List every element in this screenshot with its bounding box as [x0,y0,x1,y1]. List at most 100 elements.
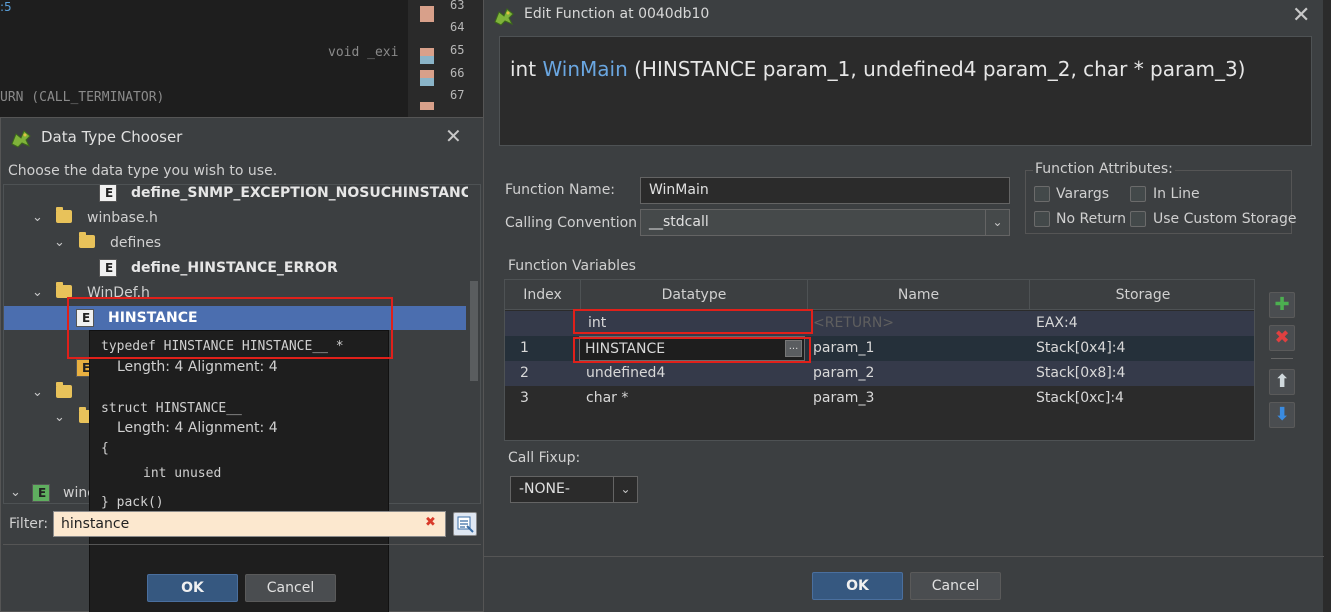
ok-button[interactable]: OK [147,574,238,602]
dialog-title: Edit Function at 0040db10 [524,6,710,22]
function-name-field[interactable]: WinMain [640,177,1010,204]
datatype-tooltip: typedef HINSTANCE HINSTANCE__ * Length: … [89,330,389,612]
call-fixup-value: -NONE- [519,481,570,497]
cell-index: 1 [520,340,529,356]
no-return-label: No Return [1056,211,1126,227]
varargs-checkbox[interactable] [1034,186,1050,202]
cell-name: param_3 [813,390,875,406]
cell-datatype: char * [586,390,629,406]
filter-label: Filter: [9,516,49,532]
folder-icon [56,207,72,223]
remove-variable-button[interactable]: ✖ [1269,325,1295,351]
line-number-gutter: 63 64 65 66 67 [408,0,483,118]
cell-index: 2 [520,365,529,381]
chevron-down-icon[interactable]: ⌄ [54,231,65,255]
calling-convention-select[interactable]: __stdcall ⌄ [640,209,1010,236]
chevron-down-icon[interactable]: ⌄ [32,206,43,230]
tree-scrollbar-thumb[interactable] [470,281,478,381]
code-line: URN (CALL_TERMINATOR) [0,90,165,105]
line-number: 66 [450,66,465,80]
folder-icon [79,232,95,248]
dragon-logo-icon [494,8,514,26]
cell-index: 3 [520,390,529,406]
line-number: 64 [450,20,465,34]
chevron-down-icon: ⌄ [985,210,1009,235]
cancel-button[interactable]: Cancel [910,572,1001,600]
dialog-titlebar[interactable]: Data Type Chooser ✕ [1,118,483,156]
gutter-marker [420,70,434,78]
move-up-button[interactable]: ⬆ [1269,369,1295,395]
tree-item[interactable]: define_SNMP_EXCEPTION_NOSUCHINSTANCE [4,185,480,205]
ok-button[interactable]: OK [812,572,903,600]
filter-options-button[interactable] [453,512,477,536]
chevron-down-icon[interactable]: ⌄ [32,281,43,305]
chevron-down-icon[interactable]: ⌄ [10,481,21,503]
close-icon[interactable]: ✕ [445,124,462,148]
line-number: 65 [450,43,465,57]
table-row[interactable]: 3 char * param_3 Stack[0xc]:4 [505,386,1254,411]
tree-item[interactable]: define_HINSTANCE_ERROR [4,256,464,280]
add-variable-button[interactable]: ✚ [1269,292,1295,318]
cell-name: <RETURN> [813,315,895,331]
cell-storage: Stack[0x8]:4 [1036,365,1126,381]
tooltip-line: Length: 4 Alignment: 4 [117,420,278,436]
clear-filter-icon[interactable]: ✖ [425,515,436,530]
signature-function-name: WinMain [542,57,628,81]
filter-options-icon [457,516,474,533]
tooltip-line: int unused [143,466,222,481]
tree-item-label: define_HINSTANCE_ERROR [131,260,338,276]
highlight-box [67,297,393,359]
function-signature-editor[interactable]: int WinMain (HINSTANCE param_1, undefine… [499,36,1312,146]
inline-checkbox[interactable] [1130,186,1146,202]
move-down-button[interactable]: ⬇ [1269,402,1295,428]
define-icon [99,256,117,280]
table-row[interactable]: 2 undefined4 param_2 Stack[0x8]:4 [505,361,1254,386]
tree-item-label: define_SNMP_EXCEPTION_NOSUCHINSTANCE [131,185,481,201]
delete-icon: ✖ [1274,327,1290,348]
call-fixup-select[interactable]: -NONE- ⌄ [510,476,638,503]
define-icon [99,185,117,205]
close-icon[interactable]: ✕ [1292,3,1310,28]
chevron-down-icon: ⌄ [613,477,637,502]
gutter-marker [420,78,434,86]
tree-item[interactable]: ⌄ defines [4,231,464,255]
gutter-marker [420,48,434,56]
chevron-down-icon[interactable]: ⌄ [32,381,43,405]
gutter-marker [420,14,434,22]
call-fixup-label: Call Fixup: [508,450,581,466]
function-variables-label: Function Variables [508,258,636,274]
cancel-button[interactable]: Cancel [245,574,336,602]
tooltip-line: } pack() [101,495,164,510]
tree-item[interactable]: ⌄ winbase.h [4,206,464,230]
folder-icon [56,382,72,398]
custom-storage-checkbox[interactable] [1130,211,1146,227]
column-header-index[interactable]: Index [505,280,581,310]
cell-storage: Stack[0xc]:4 [1036,390,1124,406]
custom-storage-label: Use Custom Storage [1153,211,1297,227]
tree-item-label: defines [110,235,162,251]
edit-function-dialog: Edit Function at 0040db10 ✕ int WinMain … [483,0,1324,612]
divider [484,556,1324,557]
filter-input[interactable]: hinstance [53,511,446,537]
tooltip-line: { [101,441,109,456]
chevron-down-icon[interactable]: ⌄ [54,406,65,430]
calling-convention-value: __stdcall [649,214,709,230]
tooltip-line: Length: 4 Alignment: 4 [117,359,278,375]
highlight-box [573,309,813,334]
column-header-datatype[interactable]: Datatype [581,280,808,310]
divider [1271,358,1293,359]
cell-storage: Stack[0x4]:4 [1036,340,1126,356]
no-return-checkbox[interactable] [1034,211,1050,227]
code-fragment: :5 [0,0,12,14]
dragon-logo-icon [11,130,31,148]
gutter-marker [420,102,434,110]
signature-params: (HINSTANCE param_1, undefined4 param_2, … [634,57,1246,81]
code-line: void _exi [328,45,399,60]
column-header-name[interactable]: Name [808,280,1030,310]
cell-storage: EAX:4 [1036,315,1078,331]
column-header-storage[interactable]: Storage [1030,280,1254,310]
cell-name: param_2 [813,365,875,381]
cell-name: param_1 [813,340,875,356]
arrow-up-icon: ⬆ [1274,371,1290,392]
divider [3,544,481,545]
